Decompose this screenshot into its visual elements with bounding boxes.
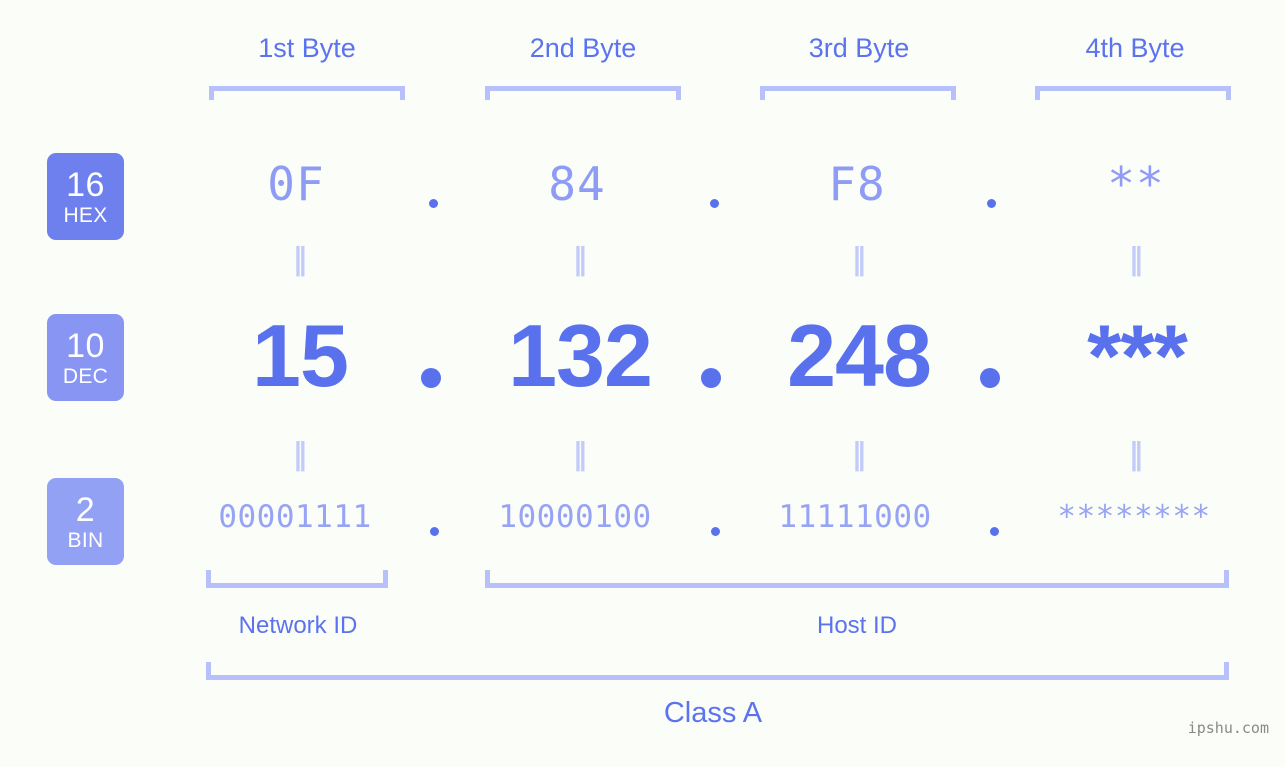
- byte-bracket-3: [760, 86, 956, 100]
- dec-separator-dot-2: [701, 368, 721, 388]
- byte-header-1: 1st Byte: [258, 33, 356, 63]
- dec-byte-2: 132: [508, 306, 653, 405]
- dec-separator-dot-3: [980, 368, 1000, 388]
- watermark: ipshu.com: [1187, 719, 1269, 737]
- ip-breakdown-diagram: 1st Byte 2nd Byte 3rd Byte 4th Byte 16 H…: [0, 0, 1285, 767]
- bin-byte-3: 11111000: [778, 499, 932, 535]
- base-badge-hex: 16 HEX: [47, 153, 124, 240]
- base-badge-hex-number: 16: [66, 165, 105, 204]
- hex-separator-dot-1: [429, 199, 438, 208]
- hex-byte-3: F8: [828, 157, 886, 211]
- hex-separator-dot-3: [987, 199, 996, 208]
- equals-mark-dec-bin-1: ‖: [292, 437, 308, 472]
- byte-bracket-2: [485, 86, 681, 100]
- base-badge-bin: 2 BIN: [47, 478, 124, 565]
- byte-bracket-1: [209, 86, 405, 100]
- class-bracket: [206, 662, 1229, 680]
- dec-separator-dot-1: [421, 368, 441, 388]
- equals-mark-hex-dec-2: ‖: [572, 242, 588, 277]
- equals-mark-hex-dec-4: ‖: [1128, 242, 1144, 277]
- bin-separator-dot-3: [990, 527, 999, 536]
- base-badge-dec-name: DEC: [62, 364, 109, 388]
- network-id-bracket: [206, 570, 388, 588]
- hex-byte-1: 0F: [267, 157, 325, 211]
- equals-mark-dec-bin-3: ‖: [851, 437, 867, 472]
- bin-byte-2: 10000100: [498, 499, 652, 535]
- hex-separator-dot-2: [710, 199, 719, 208]
- network-id-label: Network ID: [238, 612, 358, 639]
- host-id-label: Host ID: [816, 612, 897, 639]
- base-badge-bin-number: 2: [75, 490, 96, 529]
- byte-header-3: 3rd Byte: [808, 33, 910, 63]
- host-id-bracket: [485, 570, 1229, 588]
- dec-byte-3: 248: [787, 306, 932, 405]
- dec-byte-1: 15: [252, 306, 349, 405]
- equals-mark-dec-bin-2: ‖: [572, 437, 588, 472]
- equals-mark-hex-dec-3: ‖: [851, 242, 867, 277]
- equals-mark-dec-bin-4: ‖: [1128, 437, 1144, 472]
- hex-byte-4: **: [1107, 157, 1165, 211]
- dec-byte-4: ***: [1087, 306, 1188, 405]
- base-badge-hex-name: HEX: [63, 203, 108, 227]
- byte-header-2: 2nd Byte: [529, 33, 637, 63]
- base-badge-dec-number: 10: [66, 326, 105, 365]
- base-badge-bin-name: BIN: [67, 528, 104, 552]
- bin-byte-1: 00001111: [218, 499, 372, 535]
- base-badge-dec: 10 DEC: [47, 314, 124, 401]
- hex-byte-2: 84: [548, 157, 606, 211]
- class-label: Class A: [663, 697, 763, 729]
- equals-mark-hex-dec-1: ‖: [292, 242, 308, 277]
- bin-separator-dot-1: [430, 527, 439, 536]
- byte-bracket-4: [1035, 86, 1231, 100]
- bin-separator-dot-2: [711, 527, 720, 536]
- bin-byte-4: ********: [1057, 499, 1211, 535]
- byte-header-4: 4th Byte: [1085, 33, 1185, 63]
